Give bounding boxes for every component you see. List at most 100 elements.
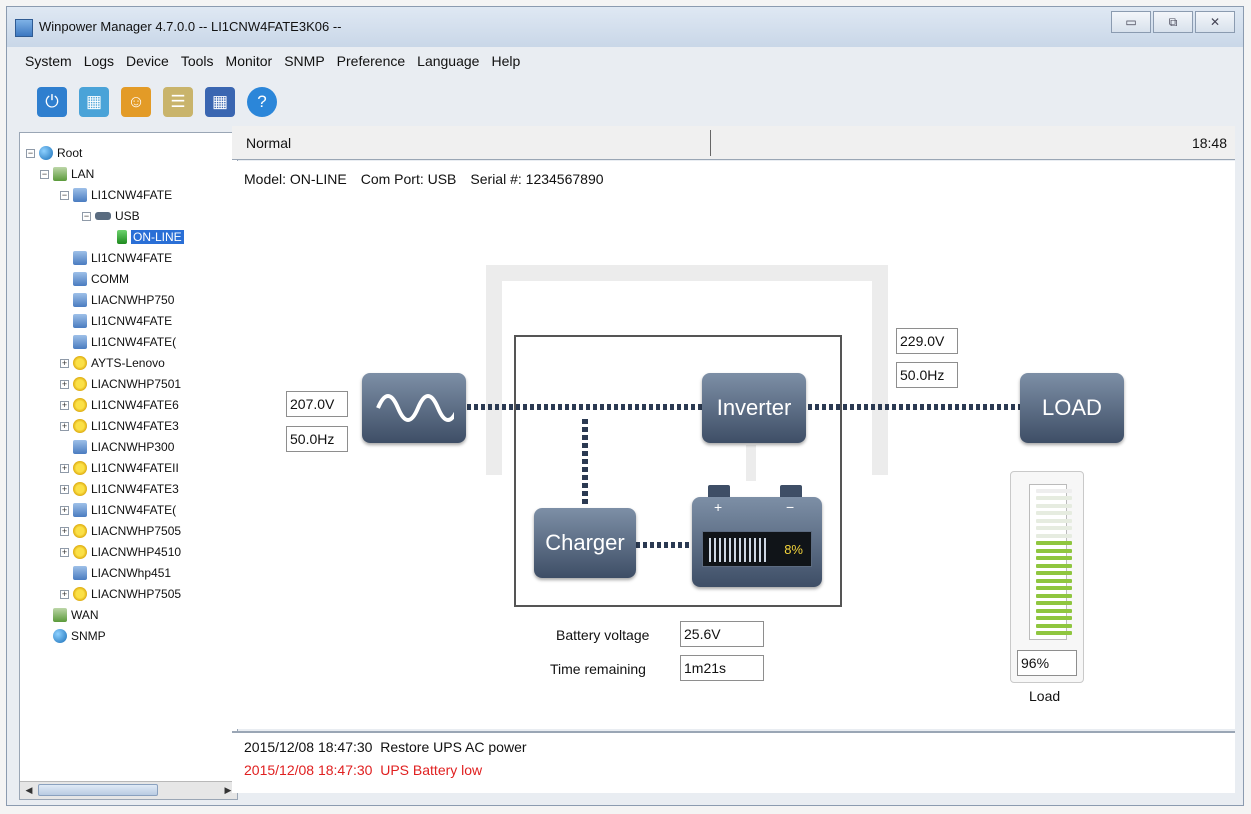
close-button[interactable]: ✕ xyxy=(1195,11,1235,33)
inverter-battery-link xyxy=(746,445,756,481)
battery-bar xyxy=(724,538,726,562)
computer-icon xyxy=(73,440,87,454)
tree-node[interactable]: + LI1CNW4FATE3 xyxy=(60,479,179,499)
output-voltage-field: 229.0V xyxy=(896,328,958,354)
toolbar: ⏻ ▦ ☺ ☰ ▦? xyxy=(37,87,277,117)
expand-icon[interactable]: + xyxy=(60,547,69,557)
load-meter-track xyxy=(1029,484,1072,640)
menu-snmp[interactable]: SNMP xyxy=(278,53,330,69)
battery-bar xyxy=(759,538,761,562)
battery-bar xyxy=(744,538,746,562)
tree-node[interactable]: − USB xyxy=(82,206,140,226)
serial-text: Serial #: 1234567890 xyxy=(470,171,604,187)
bypass-path-left xyxy=(486,265,502,475)
tree-node[interactable]: WAN xyxy=(40,605,99,625)
tree-node[interactable]: − Root xyxy=(26,143,82,163)
warning-icon xyxy=(73,545,87,559)
status-text: Normal xyxy=(246,135,292,151)
maximize-button[interactable]: ⧉ xyxy=(1153,11,1193,33)
list-icon[interactable]: ☰ xyxy=(163,87,193,117)
menu-help[interactable]: Help xyxy=(485,53,526,69)
menu-preference[interactable]: Preference xyxy=(331,53,411,69)
network-icon xyxy=(53,167,67,181)
load-segment xyxy=(1036,608,1072,613)
input-frequency-field: 50.0Hz xyxy=(286,426,348,452)
expand-icon[interactable]: + xyxy=(60,379,69,389)
model-text: Model: ON-LINE xyxy=(244,171,347,187)
tree-node[interactable]: LI1CNW4FATE xyxy=(60,311,172,331)
expand-icon[interactable]: + xyxy=(60,484,69,494)
expand-icon[interactable]: + xyxy=(60,358,69,368)
load-segment xyxy=(1036,601,1072,605)
tree-node[interactable]: ON-LINE xyxy=(104,227,184,247)
battery-box: + − 8% xyxy=(692,497,822,587)
tree-node-label: LI1CNW4FATE( xyxy=(91,335,177,349)
warning-icon xyxy=(73,419,87,433)
collapse-icon[interactable]: − xyxy=(82,211,91,221)
menu-logs[interactable]: Logs xyxy=(78,53,120,69)
power-icon[interactable]: ⏻ xyxy=(37,87,67,117)
device-tree: − Root − LAN − LI1CNW4FATE − USB ON-LINE LI1CNW4F… xyxy=(19,132,238,800)
battery-bar xyxy=(754,538,756,562)
sine-wave-icon xyxy=(376,394,454,422)
tree-node-label: LI1CNW4FATE3 xyxy=(91,482,179,496)
expand-icon[interactable]: + xyxy=(60,526,69,536)
tree-node[interactable]: LIACNWHP750 xyxy=(60,290,174,310)
menu-device[interactable]: Device xyxy=(120,53,175,69)
calendar-clock-icon[interactable]: ▦ xyxy=(79,87,109,117)
output-frequency-field: 50.0Hz xyxy=(896,362,958,388)
load-segment xyxy=(1036,623,1072,628)
collapse-icon[interactable]: − xyxy=(26,148,35,158)
computer-icon xyxy=(73,566,87,580)
scroll-left-arrow-icon[interactable]: ◀ xyxy=(22,784,36,796)
battery-percent: 8% xyxy=(784,542,803,557)
tree-node[interactable]: LIACNWhp451 xyxy=(60,563,171,583)
battery-bar xyxy=(739,538,741,562)
help-icon[interactable]: ? xyxy=(247,87,277,117)
tree-node-label: USB xyxy=(115,209,140,223)
tree-node[interactable]: + LI1CNW4FATE6 xyxy=(60,395,179,415)
expand-icon[interactable]: + xyxy=(60,421,69,431)
window-title: Winpower Manager 4.7.0.0 -- LI1CNW4FATE3… xyxy=(39,19,342,34)
menu-tools[interactable]: Tools xyxy=(175,53,220,69)
tree-node-label: LIACNWHP7501 xyxy=(91,377,182,391)
menu-language[interactable]: Language xyxy=(411,53,485,69)
tree-node[interactable]: + LIACNWHP7505 xyxy=(60,584,181,604)
tree-node-label: AYTS-Lenovo xyxy=(91,356,165,370)
menu-monitor[interactable]: Monitor xyxy=(220,53,279,69)
expand-icon[interactable]: + xyxy=(60,505,69,515)
tree-node[interactable]: COMM xyxy=(60,269,129,289)
tree-node[interactable]: + LI1CNW4FATE( xyxy=(60,500,176,520)
expand-icon[interactable]: + xyxy=(60,463,69,473)
minimize-button[interactable]: ▭ xyxy=(1111,11,1151,33)
expand-icon[interactable]: + xyxy=(60,589,69,599)
title-bar: Winpower Manager 4.7.0.0 -- LI1CNW4FATE3… xyxy=(7,7,1243,47)
horizontal-scrollbar[interactable]: ◀ ▶ xyxy=(20,781,237,799)
tree-node-label: LAN xyxy=(71,167,95,181)
grid-icon[interactable]: ▦ xyxy=(205,87,235,117)
tree-node[interactable]: + LIACNWHP7505 xyxy=(60,521,181,541)
menu-system[interactable]: System xyxy=(19,53,78,69)
user-icon[interactable]: ☺ xyxy=(121,87,151,117)
load-segment xyxy=(1036,548,1072,553)
tree-node[interactable]: + LIACNWHP4510 xyxy=(60,542,181,562)
expand-icon[interactable]: + xyxy=(60,400,69,410)
load-box: LOAD xyxy=(1020,373,1124,443)
collapse-icon[interactable]: − xyxy=(60,190,69,200)
tree-node[interactable]: SNMP xyxy=(40,626,106,646)
scrollbar-thumb[interactable] xyxy=(38,784,158,796)
tree-node[interactable]: + LI1CNW4FATE3 xyxy=(60,416,179,436)
tree-node[interactable]: LIACNWHP300 xyxy=(60,437,174,457)
tree-node[interactable]: − LI1CNW4FATE xyxy=(60,185,172,205)
network-icon xyxy=(53,608,67,622)
load-segment xyxy=(1036,616,1072,620)
warning-icon xyxy=(73,377,87,391)
tree-node[interactable]: + LIACNWHP7501 xyxy=(60,374,181,394)
tree-node[interactable]: − LAN xyxy=(40,164,94,184)
tree-node[interactable]: + LI1CNW4FATEII xyxy=(60,458,179,478)
tree-node[interactable]: + AYTS-Lenovo xyxy=(60,353,165,373)
tree-node[interactable]: LI1CNW4FATE( xyxy=(60,332,176,352)
tree-node[interactable]: LI1CNW4FATE xyxy=(60,248,172,268)
collapse-icon[interactable]: − xyxy=(40,169,49,179)
input-wire xyxy=(467,404,702,410)
